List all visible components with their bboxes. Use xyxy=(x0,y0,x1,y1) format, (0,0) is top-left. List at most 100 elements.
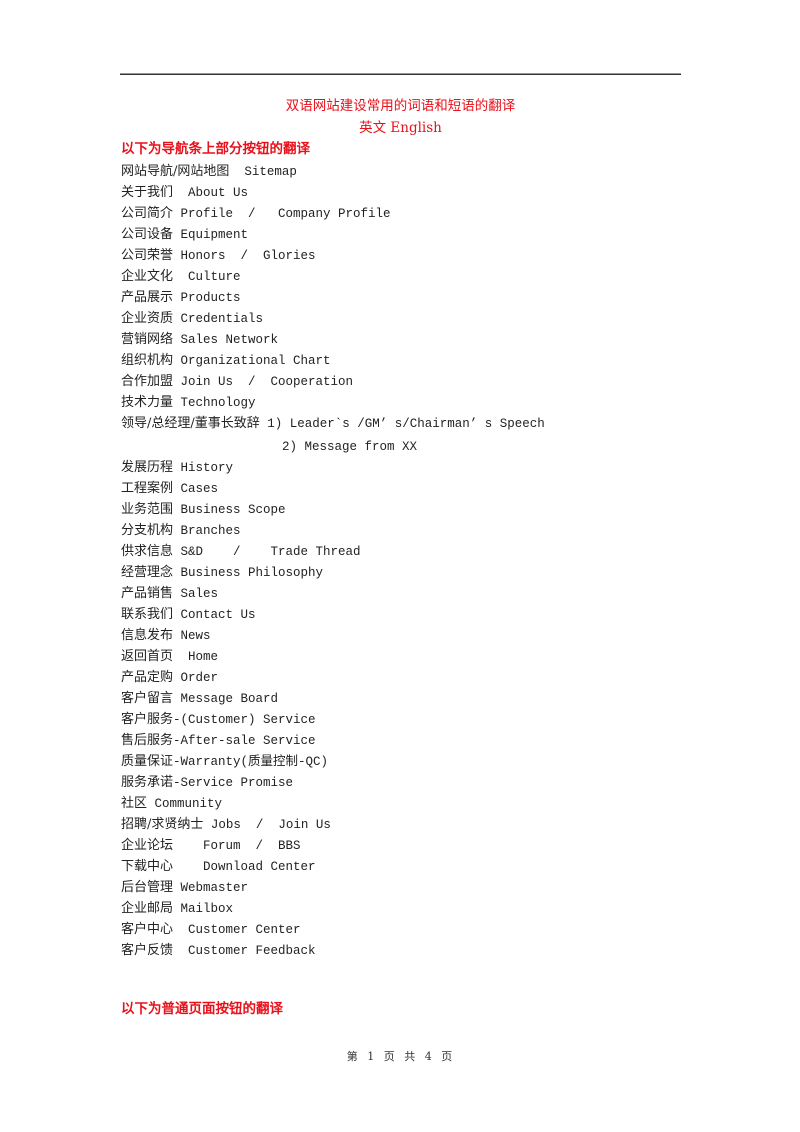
translation-entry: 网站导航/网站地图 Sitemap xyxy=(121,161,681,182)
entry-chinese: 产品展示 xyxy=(121,290,174,305)
entry-chinese: 企业邮局 xyxy=(121,901,174,916)
entry-chinese: 经营理念 xyxy=(121,565,174,580)
entry-english: History xyxy=(173,461,234,475)
translation-entry: 工程案例 Cases xyxy=(121,478,681,499)
entry-english: Business Scope xyxy=(173,503,286,517)
translation-entry: 社区 Community xyxy=(121,793,681,814)
entry-english: Order xyxy=(173,671,219,685)
translation-entry: 招聘/求贤纳士 Jobs / Join Us xyxy=(121,814,681,835)
entry-english: Honors / Glories xyxy=(173,249,316,263)
translation-entry: 合作加盟 Join Us / Cooperation xyxy=(121,371,681,392)
entry-english: Customer Feedback xyxy=(173,944,316,958)
entry-chinese: 返回首页 xyxy=(121,649,174,664)
entry-chinese: 企业文化 xyxy=(121,269,174,284)
entry-english: Products xyxy=(173,291,241,305)
translation-entry: 产品销售 Sales xyxy=(121,583,681,604)
translation-list: 网站导航/网站地图 Sitemap 关于我们 About Us 公司简介 Profi… xyxy=(121,161,681,961)
entry-english: Customer Center xyxy=(173,923,301,937)
entry-english: -(Customer) Service xyxy=(173,713,316,727)
translation-entry: 企业文化 Culture xyxy=(121,266,681,287)
page-footer: 第 1 页 共 4 页 xyxy=(346,1050,455,1063)
translation-entry: 分支机构 Branches xyxy=(121,520,681,541)
translation-entry: 企业资质 Credentials xyxy=(121,308,681,329)
entry-english: Sales xyxy=(173,587,219,601)
entry-chinese: 客户反馈 xyxy=(121,943,174,958)
translation-entry: 客户中心 Customer Center xyxy=(121,919,681,940)
translation-entry: 2) Message from XX xyxy=(121,436,681,457)
entry-english: Forum / BBS xyxy=(173,839,301,853)
translation-entry: 客户反馈 Customer Feedback xyxy=(121,940,681,961)
entry-english: About Us xyxy=(173,186,249,200)
entry-english: Culture xyxy=(173,270,241,284)
entry-english: Sitemap xyxy=(229,165,297,179)
entry-english: Profile / Company Profile xyxy=(173,207,391,221)
entry-chinese: 关于我们 xyxy=(121,185,174,200)
entry-chinese: 组织机构 xyxy=(121,353,174,368)
entry-chinese: 服务承诺 xyxy=(121,775,174,790)
translation-entry: 公司荣誉 Honors / Glories xyxy=(121,245,681,266)
document-subtitle: 英文 English xyxy=(359,120,442,136)
entry-chinese: 工程案例 xyxy=(121,481,174,496)
entry-chinese: 质量保证 xyxy=(121,754,174,769)
entry-english: Mailbox xyxy=(173,902,234,916)
translation-entry: 客户服务-(Customer) Service xyxy=(121,709,681,730)
translation-entry: 组织机构 Organizational Chart xyxy=(121,350,681,371)
entry-chinese: 发展历程 xyxy=(121,460,174,475)
translation-entry: 质量保证-Warranty(质量控制-QC) xyxy=(121,751,681,772)
entry-english: Technology xyxy=(173,396,256,410)
entry-chinese: 分支机构 xyxy=(121,523,174,538)
translation-entry: 公司设备 Equipment xyxy=(121,224,681,245)
entry-english: -Warranty(质量控制-QC) xyxy=(173,755,329,769)
translation-entry: 供求信息 S&D / Trade Thread xyxy=(121,541,681,562)
entry-chinese: 客户中心 xyxy=(121,922,174,937)
entry-english: Community xyxy=(147,797,223,811)
entry-chinese: 招聘/求贤纳士 xyxy=(121,817,204,832)
translation-entry: 返回首页 Home xyxy=(121,646,681,667)
document-page: 双语网站建设常用的词语和短语的翻译 英文 English 以下为导航条上部分按钮… xyxy=(0,0,800,1132)
section-heading-common-pages: 以下为普通页面按钮的翻译 xyxy=(121,1001,283,1017)
translation-entry: 产品展示 Products xyxy=(121,287,681,308)
translation-entry: 信息发布 News xyxy=(121,625,681,646)
entry-english: Credentials xyxy=(173,312,264,326)
entry-chinese: 社区 xyxy=(121,796,148,811)
entry-english: 1) Leader`s /GM’ s/Chairman’ s Speech xyxy=(259,417,545,431)
translation-entry: 企业邮局 Mailbox xyxy=(121,898,681,919)
entry-chinese: 营销网络 xyxy=(121,332,174,347)
entry-chinese: 产品销售 xyxy=(121,586,174,601)
translation-entry: 营销网络 Sales Network xyxy=(121,329,681,350)
entry-chinese: 网站导航/网站地图 xyxy=(121,164,230,179)
entry-english: Cases xyxy=(173,482,219,496)
header-rule xyxy=(120,73,681,75)
entry-chinese: 技术力量 xyxy=(121,395,174,410)
entry-english: Join Us / Cooperation xyxy=(173,375,354,389)
translation-entry: 公司简介 Profile / Company Profile xyxy=(121,203,681,224)
document-title: 双语网站建设常用的词语和短语的翻译 xyxy=(285,98,516,114)
entry-chinese: 后台管理 xyxy=(121,880,174,895)
entry-chinese: 领导/总经理/董事长致辞 xyxy=(121,416,260,431)
entry-chinese: 售后服务 xyxy=(121,733,174,748)
entry-chinese: 合作加盟 xyxy=(121,374,174,389)
entry-chinese: 联系我们 xyxy=(121,607,174,622)
entry-english: 2) Message from XX xyxy=(282,440,418,454)
translation-entry: 后台管理 Webmaster xyxy=(121,877,681,898)
entry-chinese: 供求信息 xyxy=(121,544,174,559)
entry-english: Business Philosophy xyxy=(173,566,324,580)
entry-english: Branches xyxy=(173,524,241,538)
entry-chinese: 业务范围 xyxy=(121,502,174,517)
entry-chinese: 下载中心 xyxy=(121,859,174,874)
entry-chinese: 公司简介 xyxy=(121,206,174,221)
entry-english: Home xyxy=(173,650,219,664)
entry-chinese: 公司设备 xyxy=(121,227,174,242)
translation-entry: 服务承诺-Service Promise xyxy=(121,772,681,793)
translation-entry: 技术力量 Technology xyxy=(121,392,681,413)
translation-entry: 下载中心 Download Center xyxy=(121,856,681,877)
entry-chinese: 产品定购 xyxy=(121,670,174,685)
translation-entry: 售后服务-After-sale Service xyxy=(121,730,681,751)
section-heading-navigation: 以下为导航条上部分按钮的翻译 xyxy=(121,141,310,157)
entry-english: Sales Network xyxy=(173,333,279,347)
entry-chinese: 信息发布 xyxy=(121,628,174,643)
translation-entry: 产品定购 Order xyxy=(121,667,681,688)
entry-english: Equipment xyxy=(173,228,249,242)
translation-entry: 发展历程 History xyxy=(121,457,681,478)
entry-english: News xyxy=(173,629,211,643)
